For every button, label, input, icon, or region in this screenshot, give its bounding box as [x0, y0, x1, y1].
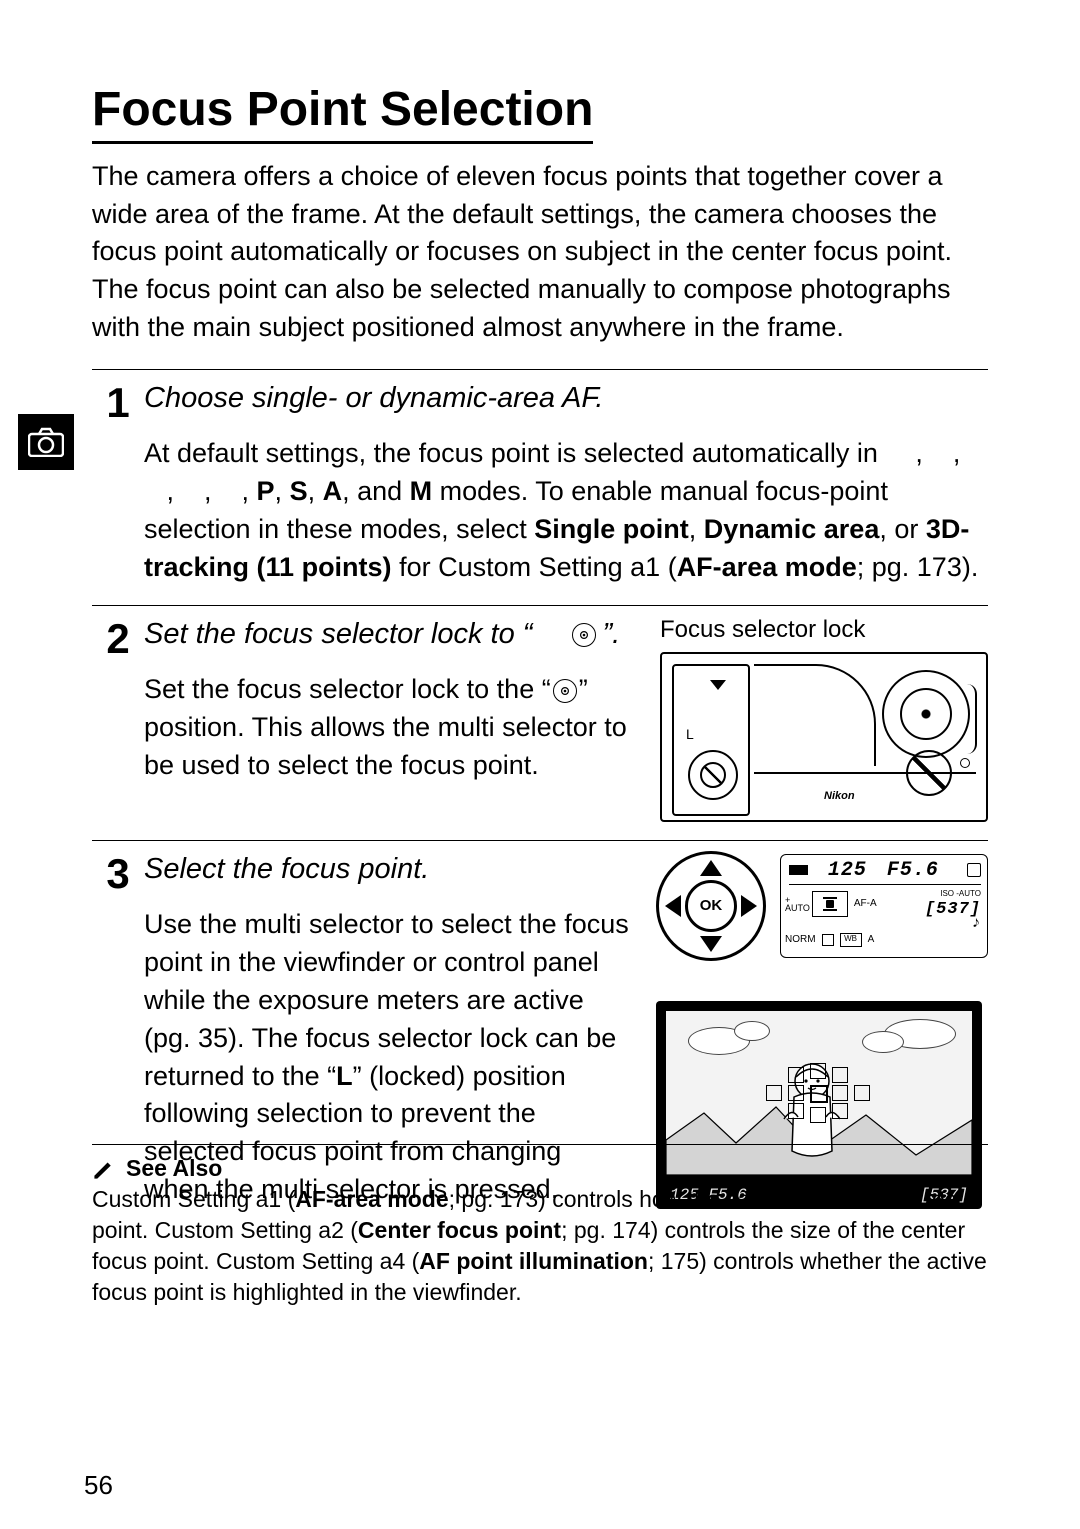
step-number: 3: [92, 851, 144, 895]
focus-point-indicator-icon: [812, 891, 848, 917]
see-also-body: Custom Setting a1 (AF-area mode; pg. 173…: [92, 1184, 988, 1308]
see-also-heading: See Also: [126, 1153, 222, 1184]
focus-point-grid-icon: [766, 1061, 870, 1125]
step-number: 1: [92, 380, 144, 424]
arrow-left-icon: [665, 895, 681, 917]
separator: [92, 369, 988, 370]
illustration-caption: Focus selector lock: [660, 616, 988, 644]
separator: [92, 1144, 988, 1145]
camera-back-diagram: L Nikon: [660, 652, 988, 822]
arrow-right-icon: [741, 895, 757, 917]
camera-icon: [28, 427, 64, 457]
manual-page: Focus Point Selection The camera offers …: [0, 0, 1080, 1529]
pencil-icon: [92, 1157, 116, 1181]
cloud-icon: [862, 1031, 904, 1053]
section-tab-camera-icon: [18, 414, 74, 470]
step2-illustration: Focus selector lock L Nikon: [660, 616, 988, 822]
ok-glyph-icon: [572, 623, 596, 647]
multi-selector-icon: OK: [656, 851, 766, 961]
multi-selector-icon: [882, 670, 970, 758]
step-number: 2: [92, 616, 144, 660]
arrow-down-icon: [700, 936, 722, 952]
step-2: 2 Set the focus selector lock to “: [92, 616, 988, 822]
ok-button-icon: OK: [685, 880, 737, 932]
battery-icon: [967, 863, 981, 877]
control-panel-diagram: 125 F5.6 +AUTO AF-A ISO -AUTO: [780, 854, 988, 958]
arrow-up-icon: [700, 860, 722, 876]
step-1: 1 Choose single- or dynamic-area AF. At …: [92, 380, 988, 587]
ok-glyph-icon: [553, 679, 577, 703]
focus-selector-lock-icon: [688, 750, 738, 800]
step-body-text: At default settings, the focus point is …: [144, 435, 988, 586]
separator: [92, 840, 988, 841]
step-title: Choose single- or dynamic-area AF.: [144, 380, 988, 418]
cloud-icon: [734, 1021, 770, 1041]
page-title: Focus Point Selection: [92, 84, 593, 144]
step-title: Select the focus point.: [144, 851, 630, 889]
step-body-text: Set the focus selector lock to the “” po…: [144, 671, 634, 784]
page-number: 56: [84, 1470, 113, 1501]
step-title: Set the focus selector lock to “ ”.: [144, 616, 634, 654]
see-also-section: See Also Custom Setting a1 (AF-area mode…: [92, 1144, 988, 1308]
separator: [92, 605, 988, 606]
intro-paragraph: The camera offers a choice of eleven foc…: [92, 158, 988, 347]
